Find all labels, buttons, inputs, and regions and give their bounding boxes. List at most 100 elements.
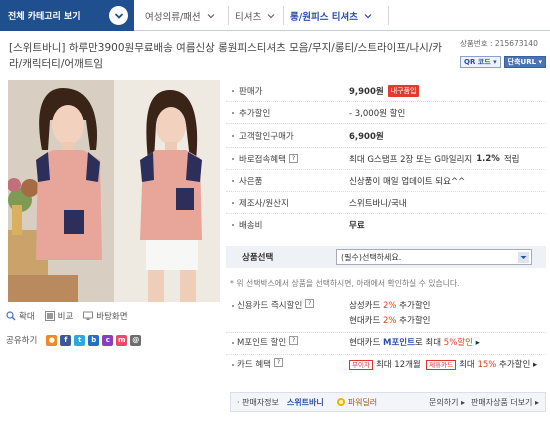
mpoint-value[interactable]: 현대카드 M포인트로 최대 5%할인 ▸	[349, 336, 480, 351]
compare-button[interactable]: 비교	[44, 310, 74, 322]
benefit-label-text: 바로접속혜택	[239, 154, 286, 165]
compare-label: 비교	[57, 312, 74, 322]
cyworld-icon[interactable]: c	[102, 334, 114, 346]
product-photo-illustration	[8, 80, 220, 302]
card-benefit-values[interactable]: 무이자 최대 12개월 제휴카드 최대 15% 추가할인 ▸	[349, 358, 537, 373]
sale-price-label: 고객할인구매가	[226, 130, 349, 142]
short-url-button[interactable]: 단축URL ▾	[503, 56, 546, 68]
discount-value: - 3,000원 할인	[349, 108, 406, 119]
product-title: [스위트바니] 하루만3900원무료배송 여름신상 롱원피스티셔츠 모음/무지/…	[9, 42, 443, 70]
maker-label-text: 제조사/원산지	[239, 198, 289, 209]
breadcrumb-women-clothing[interactable]: 여성의류/패션	[145, 9, 215, 23]
breadcrumb-tshirts[interactable]: 티셔츠	[235, 9, 275, 23]
zoom-button[interactable]: 확대	[6, 310, 35, 322]
qr-code-button[interactable]: QR 코드 ▾	[460, 56, 501, 68]
card-benefit-row: 카드 혜택? 무이자 최대 12개월 제휴카드 최대 15% 추가할인 ▸	[226, 355, 546, 376]
samsung-card-rate: 2%	[382, 301, 397, 311]
breadcrumb-long-tshirts[interactable]: 롱/원피스 티셔츠	[290, 9, 372, 23]
product-number-box: 상품번호 : 215673140 QR 코드 ▾ 단축URL ▾	[456, 38, 546, 72]
breadcrumb-label: 티셔츠	[235, 12, 262, 23]
interest-free-tag: 무이자	[349, 360, 373, 370]
facebook-icon[interactable]: f	[60, 334, 72, 346]
me2day-icon[interactable]: m	[116, 334, 128, 346]
card-discount-label: 신용카드 즉시할인?	[226, 299, 349, 329]
all-categories-label: 전체 카테고리 보기	[8, 12, 81, 22]
price-value: 9,900원	[349, 86, 384, 97]
sale-price-label-text: 고객할인구매가	[239, 131, 294, 142]
mpoint-label: M포인트 할인?	[226, 336, 349, 351]
breadcrumb-label: 롱/원피스 티셔츠	[290, 12, 358, 23]
top-navigation-bar: 전체 카테고리 보기 여성의류/패션 티셔츠 롱/원피스 티셔츠	[0, 0, 550, 31]
option-select-value: (필수)선택하세요.	[341, 252, 402, 262]
benefit-value: 최대 G스탬프 2장 또는 G마일리지 1.2% 적립	[349, 153, 519, 165]
product-info-table: 판매가 9,900원 내구품입 추가할인 - 3,000원 할인 고객할인구매가…	[226, 80, 546, 236]
inquiry-label: 문의하기	[428, 397, 459, 407]
divider	[388, 6, 389, 25]
desktop-shortcut-button[interactable]: 바탕화면	[83, 310, 128, 322]
benefit-value-text: 최대 G스탬프 2장 또는 G마일리지	[349, 154, 473, 165]
price-label: 판매가	[226, 85, 349, 97]
tax-badge: 내구품입	[387, 84, 420, 97]
chevron-down-icon	[267, 14, 275, 19]
inquiry-link[interactable]: 문의하기 ▸	[429, 397, 465, 408]
option-select[interactable]: (필수)선택하세요.	[336, 249, 532, 265]
mpoint-mid-text: 로 최대	[414, 338, 444, 348]
share-label: 공유하기	[6, 336, 38, 346]
shipping-row: 배송비 무료	[226, 214, 546, 236]
help-icon[interactable]: ?	[289, 336, 299, 345]
shipping-label-text: 배송비	[239, 221, 263, 231]
gift-value: 신상품이 매일 업데이트 되요^^	[349, 176, 466, 187]
price-value-group: 9,900원 내구품입	[349, 84, 420, 97]
monitor-icon	[83, 311, 94, 320]
hyundai-card-rate: 2%	[382, 316, 397, 326]
chevron-down-icon	[518, 252, 529, 263]
maker-row: 제조사/원산지 스위트바니/국내	[226, 192, 546, 214]
compare-icon	[44, 311, 55, 321]
card-benefit-label: 카드 혜택?	[226, 358, 349, 373]
email-icon[interactable]: @	[130, 334, 142, 346]
chevron-down-icon	[109, 6, 128, 25]
price-label-text: 판매가	[239, 86, 263, 97]
partner-card-suffix: 추가할인	[496, 360, 531, 370]
card-benefits: 신용카드 즉시할인? 삼성카드 2% 추가할인 현대카드 2% 추가할인 M포인…	[226, 296, 546, 376]
hyundai-card-suffix: 추가할인	[396, 316, 431, 326]
samsung-card-line: 삼성카드 2% 추가할인	[349, 299, 430, 314]
sale-price-row: 고객할인구매가 6,900원	[226, 124, 546, 148]
help-icon[interactable]: ?	[305, 299, 315, 308]
sale-price-value: 6,900원	[349, 131, 384, 142]
help-icon[interactable]: ?	[288, 154, 298, 163]
seller-more-link[interactable]: 판매자상품 더보기 ▸	[471, 397, 539, 408]
divider	[228, 6, 229, 25]
product-number: 상품번호 : 215673140	[460, 39, 538, 48]
mpoint-card-name: 현대카드	[349, 338, 383, 348]
card-discount-row: 신용카드 즉시할인? 삼성카드 2% 추가할인 현대카드 2% 추가할인	[226, 296, 546, 333]
blog-icon[interactable]: b	[88, 334, 100, 346]
seller-name[interactable]: 스위트바니	[287, 397, 324, 408]
discount-row: 추가할인 - 3,000원 할인	[226, 102, 546, 124]
benefit-value-suffix: 적립	[503, 154, 520, 165]
help-icon[interactable]: ?	[273, 358, 283, 367]
share-rss-icon[interactable]: ●	[46, 334, 58, 346]
seller-more-label: 판매자상품 더보기	[471, 397, 533, 407]
mpoint-row: M포인트 할인? 현대카드 M포인트로 최대 5%할인 ▸	[226, 333, 546, 355]
samsung-card-name: 삼성카드	[349, 301, 383, 311]
mpoint-label-text: M포인트 할인	[237, 338, 287, 348]
hyundai-card-name: 현대카드	[349, 316, 383, 326]
partner-card-tag: 제휴카드	[426, 360, 457, 370]
discount-label: 추가할인	[226, 107, 349, 119]
partner-card-prefix: 최대	[459, 360, 478, 370]
gift-label: 사은품	[226, 175, 349, 187]
hyundai-card-line: 현대카드 2% 추가할인	[349, 314, 430, 329]
twitter-icon[interactable]: t	[74, 334, 86, 346]
seller-info-bar: · 판매자정보 스위트바니 파워딜러 문의하기 ▸ 판매자상품 더보기 ▸	[230, 392, 546, 412]
divider	[283, 6, 284, 25]
breadcrumb-label: 여성의류/패션	[145, 12, 201, 23]
option-bar: 상품선택 (필수)선택하세요.	[226, 246, 546, 268]
seller-label: · 판매자정보	[237, 397, 279, 407]
mpoint-rate: 5%할인	[443, 338, 473, 348]
option-label: 상품선택	[242, 253, 274, 263]
all-categories-button[interactable]: 전체 카테고리 보기	[0, 0, 134, 31]
discount-label-text: 추가할인	[239, 108, 271, 119]
product-image[interactable]	[8, 80, 220, 302]
zoom-label: 확대	[19, 312, 35, 322]
